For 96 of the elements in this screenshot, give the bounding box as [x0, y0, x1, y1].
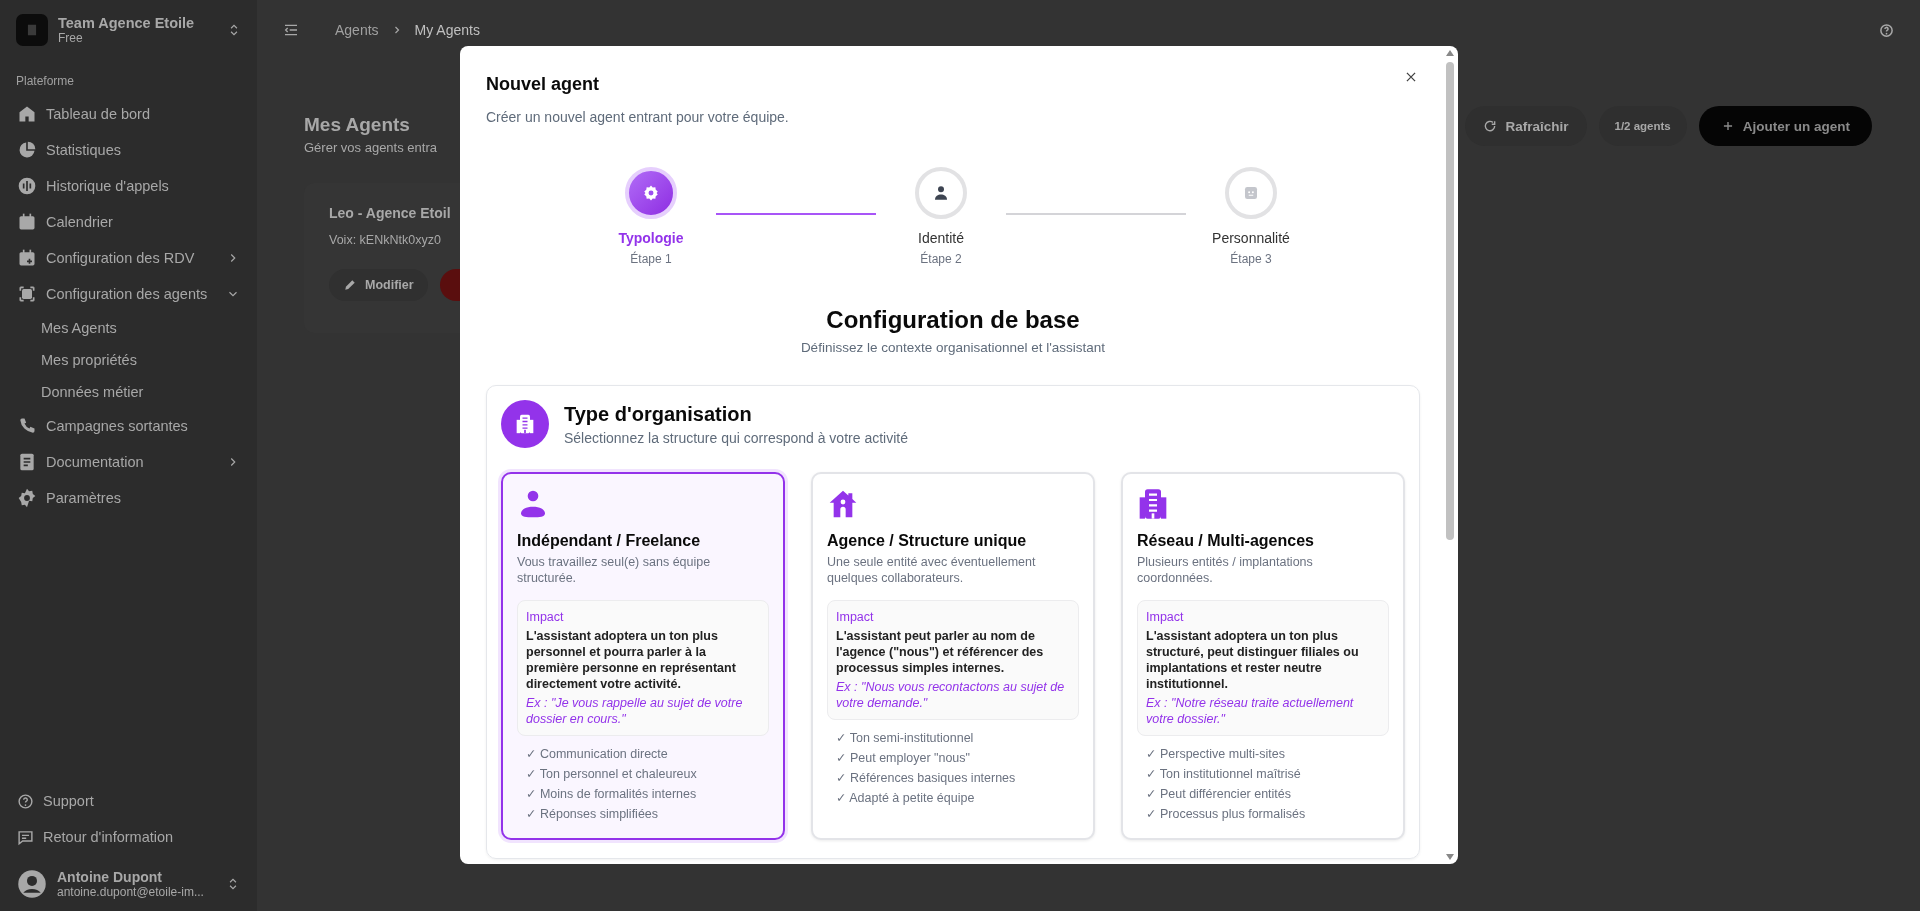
option-description: Une seule entité avec éventuellement quelques collaborateurs.	[827, 554, 1037, 586]
feature-item: ✓ Processus plus formalisés	[1146, 806, 1307, 823]
feature-item: ✓ Peut employer "nous"	[836, 750, 971, 767]
sidebar-subitem[interactable]: Mes propriétés	[8, 344, 249, 376]
scroll-down-icon[interactable]	[1446, 854, 1454, 860]
team-name: Team Agence Etoile	[58, 15, 196, 31]
sidebar-link[interactable]: Support	[8, 783, 249, 819]
robot-face-icon	[17, 284, 37, 304]
team-plan: Free	[58, 31, 84, 45]
feature-item: ✓ Moins de formalités internes	[526, 786, 698, 803]
impact-example: Ex : "Notre réseau traite actuellement votre dossier."	[1146, 695, 1355, 727]
feature-item: ✓ Communication directe	[526, 746, 669, 763]
user-name: Antoine Dupont	[57, 869, 163, 885]
step-number: Étape 3	[1230, 252, 1272, 266]
step-label: Personnalité	[1212, 230, 1290, 246]
sidebar-item[interactable]: Campagnes sortantes	[8, 408, 249, 444]
agent-name: Leo - Agence Etoil	[329, 205, 451, 221]
step-indicator[interactable]	[915, 167, 967, 219]
impact-text: L'assistant adoptera un ton plus structuré, peut distinguer filiales ou implantations et rester neutre institutionnel.	[1146, 628, 1360, 692]
impact-example: Ex : "Je vous rappelle au sujet de votre dossier en cours."	[526, 695, 744, 727]
robot-face-icon	[1242, 184, 1260, 202]
feature-item: ✓ Réponses simplifiées	[526, 806, 660, 823]
agent-voice: Voix: kENkNtk0xyz0	[329, 233, 441, 247]
house-icon	[827, 488, 859, 520]
option-description: Plusieurs entités / implantations coordonnées.	[1137, 554, 1314, 586]
section-label: Plateforme	[16, 74, 76, 88]
option-title: Réseau / Multi-agences	[1137, 532, 1315, 550]
breadcrumb-link[interactable]: My Agents	[414, 22, 480, 38]
message-icon	[17, 828, 34, 846]
option-description: Vous travaillez seul(e) sans équipe structurée.	[517, 554, 712, 586]
impact-label: Impact	[526, 609, 565, 625]
sidebar-subitem[interactable]: Mes Agents	[8, 312, 249, 344]
step-indicator[interactable]	[625, 167, 677, 219]
help-icon	[17, 792, 34, 810]
panel-subtitle: Sélectionnez la structure qui correspond à votre activité	[564, 429, 908, 446]
office-building-icon	[515, 414, 535, 434]
feature-item: ✓ Perspective multi-sites	[1146, 746, 1286, 763]
user-email: antoine.dupont@etoile-im...	[57, 885, 205, 899]
calendar-plus-icon	[17, 248, 37, 268]
dialog-title: Nouvel agent	[486, 74, 600, 95]
calendar-icon	[17, 212, 37, 232]
sidebar-item[interactable]: Tableau de bord	[8, 96, 249, 132]
pencil-icon	[343, 278, 357, 292]
person-icon	[932, 184, 950, 202]
step-label: Identité	[918, 230, 964, 246]
sidebar-item[interactable]: Configuration des agents	[8, 276, 249, 312]
refresh-icon	[1483, 119, 1498, 133]
audio-bars-icon	[17, 176, 37, 196]
avatar-icon	[17, 869, 47, 899]
section-heading: Configuration de base	[825, 306, 1081, 334]
impact-label: Impact	[836, 609, 875, 625]
add-agent-button[interactable]: Ajouter un agent	[1698, 106, 1872, 146]
document-icon	[17, 452, 37, 472]
dialog-subtitle: Créer un nouvel agent entrant pour votre équipe.	[486, 109, 790, 125]
sidebar-subitem[interactable]: Données métier	[8, 376, 249, 408]
sidebar-link[interactable]: Retour d'information	[8, 819, 249, 855]
sidebar-item[interactable]: Paramètres	[8, 480, 249, 516]
agent-count: 1/2 agents	[1598, 106, 1687, 146]
sidebar-item[interactable]: Statistiques	[8, 132, 249, 168]
settings-icon	[642, 184, 660, 202]
option-title: Agence / Structure unique	[827, 532, 1028, 550]
sidebar-item[interactable]: Documentation	[8, 444, 249, 480]
refresh-button[interactable]: Rafraîchir	[1465, 106, 1587, 146]
feature-item: ✓ Ton personnel et chaleureux	[526, 766, 698, 783]
settings-icon	[17, 488, 37, 508]
page-title: Mes Agents	[304, 114, 410, 136]
step-label: Typologie	[618, 230, 684, 246]
step-number: Étape 2	[920, 252, 962, 266]
panel-title: Type d'organisation	[564, 402, 753, 426]
breadcrumb-link[interactable]: Agents	[335, 22, 379, 38]
feature-item: ✓ Adapté à petite équipe	[836, 790, 976, 807]
sidebar-item[interactable]: Calendrier	[8, 204, 249, 240]
pie-chart-icon	[17, 140, 37, 160]
feature-item: ✓ Peut différencier entités	[1146, 786, 1293, 803]
section-subheading: Définissez le contexte organisationnel et l'assistant	[799, 340, 1107, 355]
sidebar-item[interactable]: Configuration des RDV	[8, 240, 249, 276]
phone-icon	[17, 416, 37, 436]
impact-label: Impact	[1146, 609, 1185, 625]
step-number: Étape 1	[630, 252, 672, 266]
feature-item: ✓ Ton semi-institutionnel	[836, 730, 975, 747]
house-icon	[17, 104, 37, 124]
sidebar-item[interactable]: Historique d'appels	[8, 168, 249, 204]
scroll-up-icon[interactable]	[1446, 50, 1454, 56]
impact-example: Ex : "Nous vous recontactons au sujet de votre demande."	[836, 679, 1066, 711]
help-icon	[1879, 22, 1894, 38]
page-subtitle: Gérer vos agents entra	[304, 140, 437, 155]
sidebar-toggle-icon	[283, 22, 299, 38]
impact-text: L'assistant adoptera un ton plus personnel et pourra parler à la première personne en représentant directement votre activité.	[526, 628, 737, 692]
close-icon	[1404, 70, 1418, 84]
edit-button[interactable]: Modifier	[329, 269, 428, 301]
impact-text: L'assistant peut parler au nom de l'agence ("nous") et référencer des processus simples internes.	[836, 628, 1045, 676]
feature-item: ✓ Références basiques internes	[836, 770, 1017, 787]
feature-item: ✓ Ton institutionnel maîtrisé	[1146, 766, 1302, 783]
option-card[interactable]	[501, 472, 785, 840]
option-title: Indépendant / Freelance	[517, 532, 702, 550]
office-building-icon	[1137, 488, 1169, 520]
